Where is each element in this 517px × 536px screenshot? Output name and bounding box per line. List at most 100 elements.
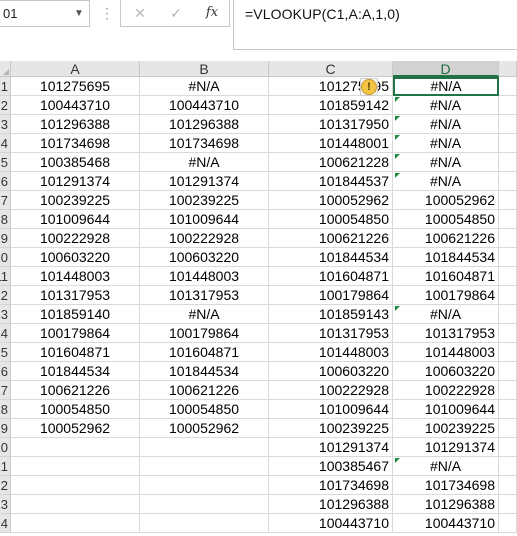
cell-c13[interactable]: 101859143: [269, 305, 393, 324]
cell-e15[interactable]: [499, 343, 517, 362]
cell-e19[interactable]: [499, 419, 517, 438]
cell-b18[interactable]: 100054850: [140, 400, 269, 419]
row-header[interactable]: 5: [0, 153, 11, 172]
cell-c21[interactable]: 100385467: [269, 457, 393, 476]
cell-a16[interactable]: 101844534: [11, 362, 140, 381]
row-header[interactable]: 6: [0, 172, 11, 191]
cell-d8[interactable]: 100054850: [393, 210, 499, 229]
row-header[interactable]: 23: [0, 495, 11, 514]
cell-a10[interactable]: 100603220: [11, 248, 140, 267]
cell-d11[interactable]: 101604871: [393, 267, 499, 286]
cell-e11[interactable]: [499, 267, 517, 286]
cell-d23[interactable]: 101296388: [393, 495, 499, 514]
cell-d3[interactable]: #N/A: [393, 115, 499, 134]
column-header-e[interactable]: [499, 61, 517, 77]
cell-c24[interactable]: 100443710: [269, 514, 393, 533]
drag-handle-icon[interactable]: ⋮: [100, 4, 114, 22]
cell-d17[interactable]: 100222928: [393, 381, 499, 400]
cell-c18[interactable]: 101009644: [269, 400, 393, 419]
cell-e23[interactable]: [499, 495, 517, 514]
row-header[interactable]: 2: [0, 96, 11, 115]
cell-c14[interactable]: 101317953: [269, 324, 393, 343]
cell-d20[interactable]: 101291374: [393, 438, 499, 457]
cell-e24[interactable]: [499, 514, 517, 533]
row-header[interactable]: 20: [0, 438, 11, 457]
row-header[interactable]: 18: [0, 400, 11, 419]
cell-a7[interactable]: 100239225: [11, 191, 140, 210]
cell-c9[interactable]: 100621226: [269, 229, 393, 248]
cell-a11[interactable]: 101448003: [11, 267, 140, 286]
cell-b8[interactable]: 101009644: [140, 210, 269, 229]
cell-b24[interactable]: [140, 514, 269, 533]
cell-d14[interactable]: 101317953: [393, 324, 499, 343]
cell-a19[interactable]: 100052962: [11, 419, 140, 438]
cell-e3[interactable]: [499, 115, 517, 134]
formula-input[interactable]: =VLOOKUP(C1,A:A,1,0): [233, 0, 517, 50]
cell-e18[interactable]: [499, 400, 517, 419]
cell-a20[interactable]: [11, 438, 140, 457]
cell-c22[interactable]: 101734698: [269, 476, 393, 495]
row-header[interactable]: 21: [0, 457, 11, 476]
cell-c10[interactable]: 101844534: [269, 248, 393, 267]
cell-c5[interactable]: 100621228: [269, 153, 393, 172]
cell-a21[interactable]: [11, 457, 140, 476]
cell-a24[interactable]: [11, 514, 140, 533]
cell-d9[interactable]: 100621226: [393, 229, 499, 248]
cell-b17[interactable]: 100621226: [140, 381, 269, 400]
cell-e2[interactable]: [499, 96, 517, 115]
cell-a2[interactable]: 100443710: [11, 96, 140, 115]
row-header[interactable]: 3: [0, 115, 11, 134]
cell-c8[interactable]: 100054850: [269, 210, 393, 229]
cell-b16[interactable]: 101844534: [140, 362, 269, 381]
cell-e13[interactable]: [499, 305, 517, 324]
cell-b7[interactable]: 100239225: [140, 191, 269, 210]
cell-b21[interactable]: [140, 457, 269, 476]
cell-b23[interactable]: [140, 495, 269, 514]
cell-e1[interactable]: [499, 77, 517, 96]
cell-d2[interactable]: #N/A: [393, 96, 499, 115]
cell-b12[interactable]: 101317953: [140, 286, 269, 305]
column-header-c[interactable]: C: [269, 61, 393, 77]
cell-b14[interactable]: 100179864: [140, 324, 269, 343]
cell-e10[interactable]: [499, 248, 517, 267]
cell-b22[interactable]: [140, 476, 269, 495]
cell-e21[interactable]: [499, 457, 517, 476]
cell-a13[interactable]: 101859140: [11, 305, 140, 324]
cell-c4[interactable]: 101448001: [269, 134, 393, 153]
cell-d5[interactable]: #N/A: [393, 153, 499, 172]
row-header[interactable]: 9: [0, 229, 11, 248]
cell-c7[interactable]: 100052962: [269, 191, 393, 210]
row-header[interactable]: 1: [0, 77, 11, 96]
cell-e9[interactable]: [499, 229, 517, 248]
cell-d16[interactable]: 100603220: [393, 362, 499, 381]
enter-icon[interactable]: ✓: [165, 3, 187, 23]
cell-d7[interactable]: 100052962: [393, 191, 499, 210]
row-header[interactable]: 4: [0, 134, 11, 153]
cell-b3[interactable]: 101296388: [140, 115, 269, 134]
cell-d10[interactable]: 101844534: [393, 248, 499, 267]
error-warning-button[interactable]: !: [360, 78, 378, 96]
row-header[interactable]: 22: [0, 476, 11, 495]
cell-d24[interactable]: 100443710: [393, 514, 499, 533]
cell-b10[interactable]: 100603220: [140, 248, 269, 267]
cell-b15[interactable]: 101604871: [140, 343, 269, 362]
row-header[interactable]: 7: [0, 191, 11, 210]
cell-c15[interactable]: 101448003: [269, 343, 393, 362]
cell-e14[interactable]: [499, 324, 517, 343]
insert-function-icon[interactable]: fx: [201, 3, 223, 23]
cell-a3[interactable]: 101296388: [11, 115, 140, 134]
cell-e4[interactable]: [499, 134, 517, 153]
cell-e7[interactable]: [499, 191, 517, 210]
column-header-a[interactable]: A: [11, 61, 140, 77]
cell-a23[interactable]: [11, 495, 140, 514]
cell-e17[interactable]: [499, 381, 517, 400]
cell-b13[interactable]: #N/A: [140, 305, 269, 324]
cell-a9[interactable]: 100222928: [11, 229, 140, 248]
cell-d6[interactable]: #N/A: [393, 172, 499, 191]
cell-c2[interactable]: 101859142: [269, 96, 393, 115]
cell-c19[interactable]: 100239225: [269, 419, 393, 438]
cell-d18[interactable]: 101009644: [393, 400, 499, 419]
cell-e6[interactable]: [499, 172, 517, 191]
cell-c20[interactable]: 101291374: [269, 438, 393, 457]
cell-b1[interactable]: #N/A: [140, 77, 269, 96]
